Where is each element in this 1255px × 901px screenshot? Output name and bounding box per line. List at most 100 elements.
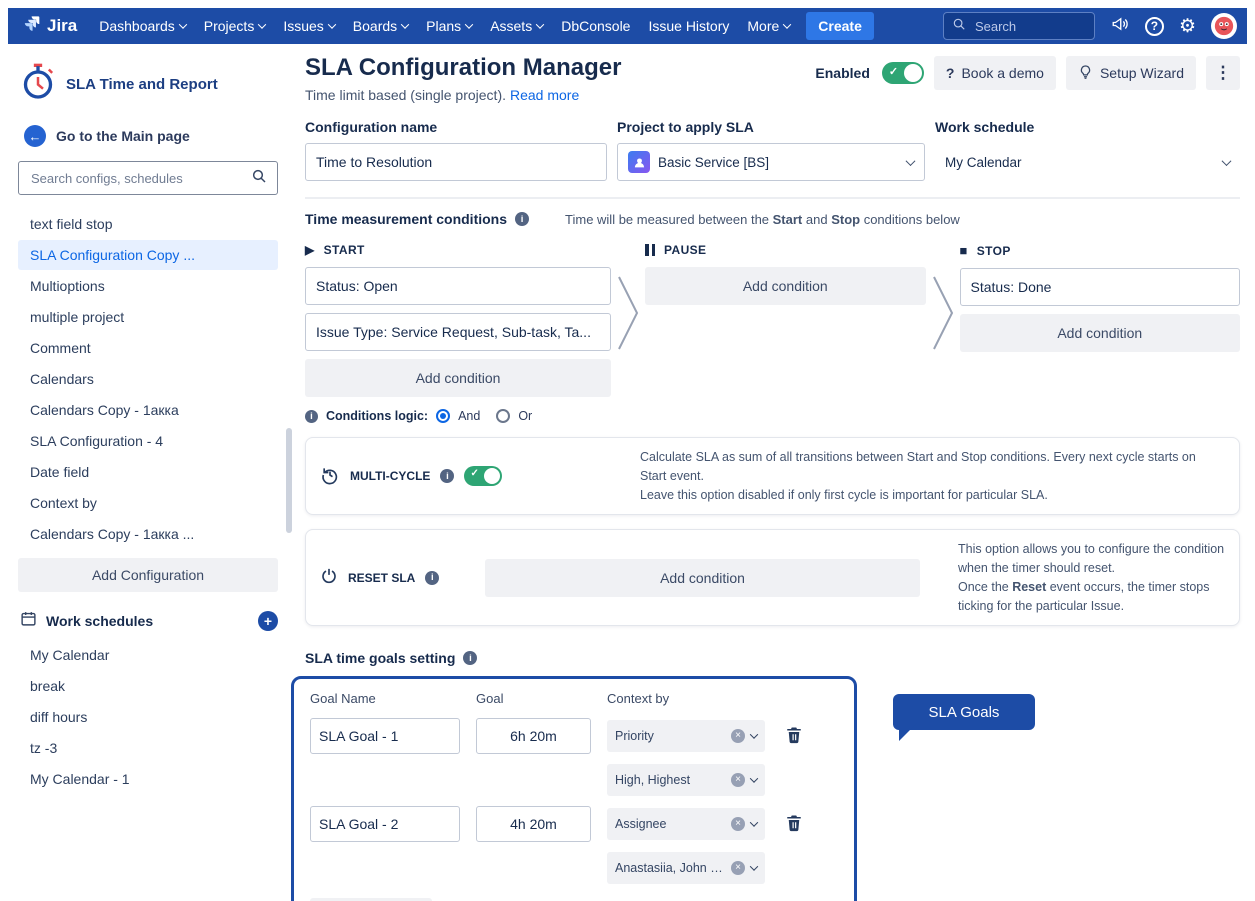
info-icon[interactable] [463, 651, 477, 665]
context-values-select[interactable]: Anastasiia, John Smit... × [607, 852, 765, 884]
add-configuration-button[interactable]: Add Configuration [18, 558, 278, 592]
chevron-down-icon [179, 20, 187, 28]
goal-value-input[interactable] [476, 806, 591, 842]
conditions-grid: ▶ START Status: Open Issue Type: Service… [305, 227, 1240, 423]
info-icon[interactable] [515, 212, 529, 226]
schedule-item[interactable]: My Calendar [18, 640, 278, 670]
jira-logo[interactable]: Jira [22, 14, 77, 38]
nav-projects[interactable]: Projects [196, 13, 274, 39]
schedule-item[interactable]: My Calendar - 1 [18, 764, 278, 794]
schedule-item[interactable]: diff hours [18, 702, 278, 732]
start-condition[interactable]: Issue Type: Service Request, Sub-task, T… [305, 313, 611, 351]
search-icon [251, 168, 267, 189]
clear-icon[interactable]: × [731, 861, 745, 875]
config-item[interactable]: Calendars Copy - 1акка [18, 395, 278, 425]
goal-header: Goal [476, 691, 591, 706]
config-item[interactable]: multiple project [18, 302, 278, 332]
config-item[interactable]: Multioptions [18, 271, 278, 301]
search-icon [952, 17, 966, 36]
goal-name-input[interactable] [310, 806, 460, 842]
config-item[interactable]: text field stop [18, 209, 278, 239]
start-condition[interactable]: Status: Open [305, 267, 611, 305]
nav-plans[interactable]: Plans [418, 13, 480, 39]
delete-goal-button[interactable] [781, 721, 807, 752]
conditions-logic-row: Conditions logic: And Or [305, 409, 611, 423]
config-item[interactable]: Context by [18, 488, 278, 518]
config-item[interactable]: Calendars Copy - 1акка ... [18, 519, 278, 549]
more-options-button[interactable]: ⋮ [1206, 56, 1240, 90]
project-select[interactable]: Basic Service [BS] [617, 143, 925, 181]
clear-icon[interactable]: × [731, 773, 745, 787]
create-button[interactable]: Create [806, 12, 874, 40]
help-icon[interactable]: ? [1145, 17, 1164, 36]
clear-icon[interactable]: × [731, 729, 745, 743]
logic-or-radio[interactable] [496, 409, 510, 423]
goal-value-input[interactable] [476, 718, 591, 754]
chevron-down-icon [750, 863, 758, 871]
info-icon[interactable] [440, 469, 454, 483]
book-demo-button[interactable]: ? Book a demo [934, 56, 1056, 90]
gear-icon[interactable]: ⚙ [1179, 17, 1196, 36]
top-navbar: Jira Dashboards Projects Issues Boards P… [8, 8, 1247, 44]
announcement-icon[interactable] [1110, 15, 1130, 38]
multi-cycle-toggle[interactable]: ✓ [464, 466, 502, 486]
page-title: SLA Configuration Manager [305, 54, 621, 82]
multi-cycle-description: Calculate SLA as sum of all transitions … [640, 448, 1225, 504]
nav-issue-history[interactable]: Issue History [640, 13, 737, 39]
config-item[interactable]: Date field [18, 457, 278, 487]
chevron-down-icon [328, 20, 336, 28]
goal-name-header: Goal Name [310, 691, 460, 706]
goals-header-row: Goal Name Goal Context by [310, 691, 838, 708]
enabled-toggle[interactable]: ✓ [882, 62, 924, 84]
conditions-section-header: Time measurement conditions Time will be… [305, 211, 1240, 227]
info-icon[interactable] [425, 571, 439, 585]
config-form-row: Configuration name Project to apply SLA … [305, 119, 1240, 181]
jira-logo-text: Jira [47, 16, 77, 36]
start-add-condition-button[interactable]: Add condition [305, 359, 611, 397]
nav-dashboards[interactable]: Dashboards [91, 13, 194, 39]
nav-dbconsole[interactable]: DbConsole [553, 13, 638, 39]
context-field-select[interactable]: Priority × [607, 720, 765, 752]
setup-wizard-button[interactable]: Setup Wizard [1066, 56, 1196, 90]
nav-issues[interactable]: Issues [275, 13, 342, 39]
global-search-input[interactable] [973, 18, 1086, 35]
config-item[interactable]: Comment [18, 333, 278, 363]
clear-icon[interactable]: × [731, 817, 745, 831]
sidebar-search-input[interactable] [29, 170, 251, 187]
pause-add-condition-button[interactable]: Add condition [645, 267, 926, 305]
delete-goal-button[interactable] [781, 809, 807, 840]
read-more-link[interactable]: Read more [510, 87, 579, 103]
config-item[interactable]: SLA Configuration - 4 [18, 426, 278, 456]
work-schedules-title: Work schedules [46, 613, 153, 629]
reset-sla-title: RESET SLA [348, 571, 415, 585]
flow-chevron-icon [611, 227, 645, 423]
schedule-item[interactable]: tz -3 [18, 733, 278, 763]
stop-add-condition-button[interactable]: Add condition [960, 314, 1241, 352]
schedule-item[interactable]: break [18, 671, 278, 701]
config-item[interactable]: Calendars [18, 364, 278, 394]
reset-add-condition-button[interactable]: Add condition [485, 559, 920, 597]
add-schedule-icon[interactable]: + [258, 611, 278, 631]
goal-name-input[interactable] [310, 718, 460, 754]
stop-condition[interactable]: Status: Done [960, 268, 1241, 306]
chevron-down-icon [536, 20, 544, 28]
back-to-main-link[interactable]: ← Go to the Main page [18, 119, 278, 153]
config-item-selected[interactable]: SLA Configuration Copy ... [18, 240, 278, 270]
nav-boards[interactable]: Boards [345, 13, 416, 39]
context-values-select[interactable]: High, Highest × [607, 764, 765, 796]
logic-and-radio[interactable] [436, 409, 450, 423]
work-schedule-select[interactable]: My Calendar [935, 143, 1240, 181]
nav-menus: Dashboards Projects Issues Boards Plans … [91, 13, 798, 39]
global-search[interactable] [943, 12, 1095, 40]
context-field-select[interactable]: Assignee × [607, 808, 765, 840]
nav-more[interactable]: More [739, 13, 798, 39]
sidebar-scrollbar[interactable] [286, 428, 292, 533]
config-name-input[interactable] [305, 143, 607, 181]
reset-sla-description: This option allows you to configure the … [958, 540, 1225, 615]
nav-assets[interactable]: Assets [482, 13, 551, 39]
user-avatar[interactable] [1211, 13, 1237, 39]
header-actions: Enabled ✓ ? Book a demo Setup Wizard ⋮ [815, 56, 1240, 90]
page-header: SLA Configuration Manager Time limit bas… [305, 50, 1240, 111]
info-icon[interactable] [305, 410, 318, 423]
sidebar-search[interactable] [18, 161, 278, 195]
